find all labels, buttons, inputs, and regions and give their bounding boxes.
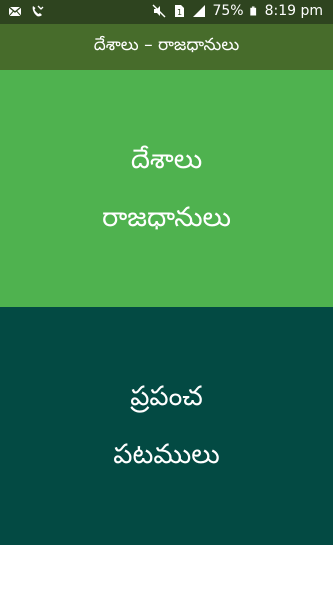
battery-percent: 75% xyxy=(212,3,244,19)
missed-call-icon xyxy=(32,5,44,17)
world-maps-label-line2: పటములు xyxy=(113,439,220,470)
svg-text:1: 1 xyxy=(177,8,182,17)
clock-time: 8:19 pm xyxy=(264,3,323,19)
sim-1-icon: 1 xyxy=(175,5,185,17)
mute-icon xyxy=(152,4,166,18)
system-icons: 1 75% 8:19 pm xyxy=(152,3,323,19)
mail-icon xyxy=(8,6,22,17)
battery-icon xyxy=(249,6,256,16)
notification-icons xyxy=(8,4,44,18)
status-bar: 1 75% 8:19 pm xyxy=(0,0,333,24)
countries-capitals-label-line2: రాజధానులు xyxy=(101,201,232,233)
app-bar: దేశాలు – రాజధానులు xyxy=(0,24,333,70)
countries-capitals-button[interactable]: దేశాలు రాజధానులు xyxy=(0,70,333,307)
world-maps-button[interactable]: ప్రపంచ పటములు xyxy=(0,307,333,545)
signal-icon xyxy=(193,5,206,17)
empty-bottom-area xyxy=(0,545,333,592)
countries-capitals-label-line1: దేశాలు xyxy=(130,143,203,175)
world-maps-label-line1: ప్రపంచ xyxy=(130,381,203,412)
app-title: దేశాలు – రాజధానులు xyxy=(93,35,240,55)
